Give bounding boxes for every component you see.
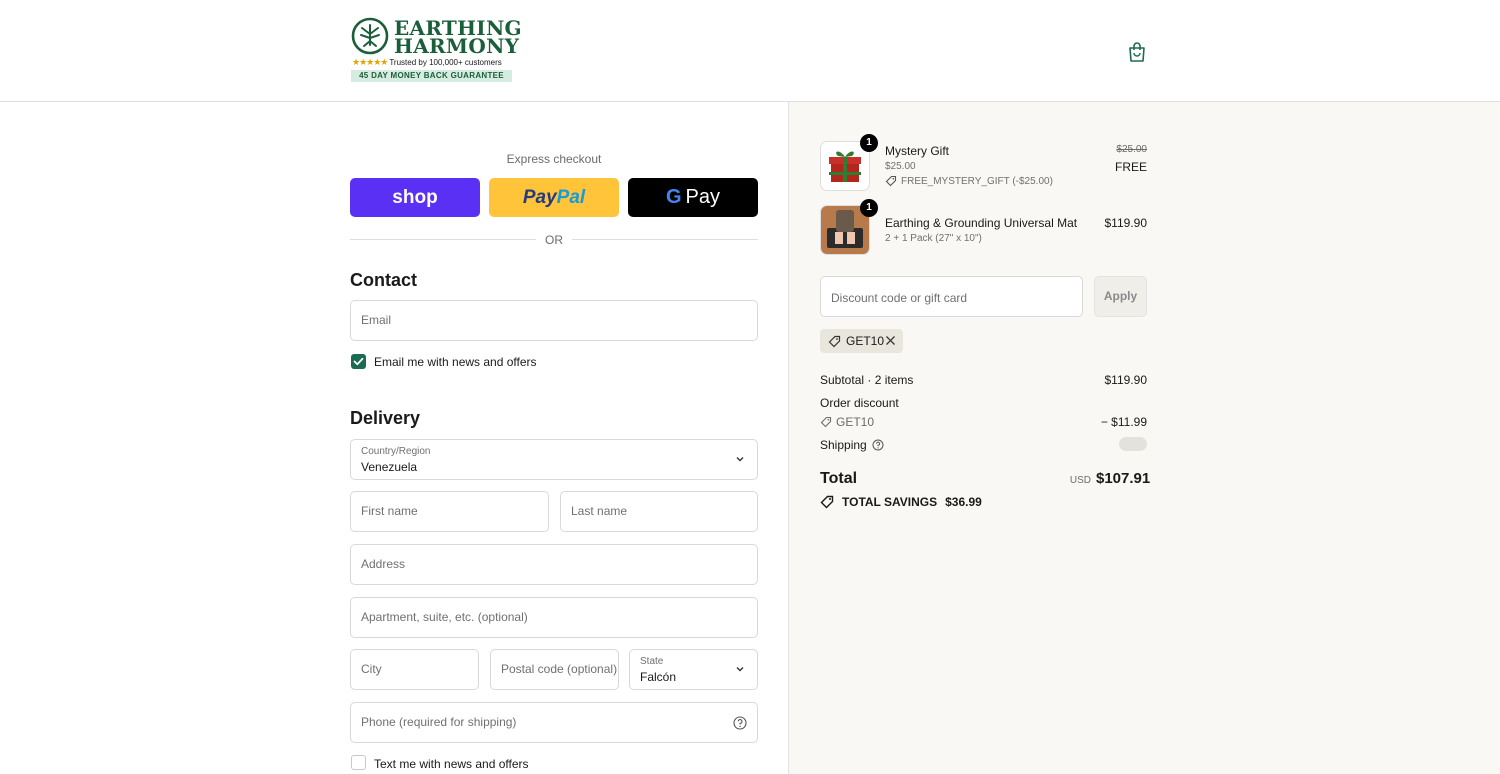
shopping-bag-icon[interactable] [1127, 41, 1147, 63]
shipping-label: Shipping [820, 438, 867, 452]
guarantee-banner: 45 DAY MONEY BACK GUARANTEE [351, 70, 512, 82]
city-field[interactable]: City [350, 649, 479, 690]
discount-code-row: GET10 [820, 415, 874, 429]
text-news-label: Text me with news and offers [374, 757, 529, 771]
apartment-placeholder: Apartment, suite, etc. (optional) [361, 610, 528, 624]
shop-pay-label: shop [392, 186, 438, 208]
paypal-label-part2: Pal [556, 186, 586, 208]
brand-logo[interactable]: EARTHING HARMONY ★★★★★ Trusted by 100,000… [351, 17, 522, 83]
tag-icon [885, 175, 897, 187]
country-select[interactable]: Country/Region Venezuela [350, 439, 758, 480]
google-pay-label: Pay [685, 186, 721, 208]
country-label: Country/Region [361, 446, 431, 457]
phone-placeholder: Phone (required for shipping) [361, 715, 517, 729]
discount-code-label: GET10 [836, 415, 875, 429]
help-circle-icon[interactable] [872, 439, 884, 451]
savings-value: $36.99 [945, 495, 982, 509]
item-name: Earthing & Grounding Universal Mat [885, 216, 1078, 230]
item-price: $119.90 [1104, 216, 1148, 230]
order-discount-label: Order discount [820, 396, 899, 410]
help-circle-icon[interactable] [733, 716, 747, 730]
item-unit-price: $25.00 [885, 161, 916, 172]
paypal-label-part1: Pay [522, 186, 557, 208]
item-variant: 2 + 1 Pack (27" x 10") [885, 233, 982, 244]
apply-discount-button[interactable]: Apply [1094, 276, 1147, 317]
site-header: EARTHING HARMONY ★★★★★ Trusted by 100,000… [0, 0, 1500, 102]
country-value: Venezuela [361, 460, 418, 474]
earthing-harmony-logo-icon [351, 17, 389, 55]
apartment-field[interactable]: Apartment, suite, etc. (optional) [350, 597, 758, 638]
text-news-checkbox[interactable] [351, 755, 366, 770]
applied-code-text: GET10 [846, 334, 885, 348]
postal-code-field[interactable]: Postal code (optional) [490, 649, 619, 690]
address-placeholder: Address [361, 557, 406, 571]
first-name-placeholder: First name [361, 504, 418, 518]
quantity-badge: 1 [860, 134, 878, 152]
item-price: FREE [1114, 160, 1147, 174]
phone-field[interactable]: Phone (required for shipping) [350, 702, 758, 743]
chevron-down-icon [736, 457, 744, 462]
trust-text: Trusted by 100,000+ customers [389, 58, 502, 67]
rating-stars: ★★★★★ [352, 57, 388, 67]
tag-icon [820, 495, 834, 509]
postal-code-placeholder: Postal code (optional) [501, 662, 618, 676]
state-label: State [640, 656, 664, 667]
discount-value: − $11.99 [1100, 415, 1147, 429]
subtotal-label: Subtotal · 2 items [820, 373, 914, 387]
express-checkout-label: Express checkout [506, 152, 602, 166]
address-field[interactable]: Address [350, 544, 758, 585]
discount-code-input[interactable]: Discount code or gift card [820, 276, 1083, 317]
trust-badge: ★★★★★ Trusted by 100,000+ customers [352, 57, 502, 68]
shipping-row: Shipping [820, 438, 884, 452]
first-name-field[interactable]: First name [350, 491, 549, 532]
email-field[interactable]: Email [350, 300, 758, 341]
chevron-down-icon [736, 667, 744, 672]
discount-placeholder: Discount code or gift card [831, 291, 968, 305]
email-news-label: Email me with news and offers [374, 355, 537, 369]
divider-left [350, 239, 536, 240]
total-currency: USD [1069, 475, 1091, 486]
last-name-placeholder: Last name [571, 504, 628, 518]
email-news-checkbox[interactable] [351, 354, 366, 369]
remove-discount-close-icon[interactable] [885, 335, 896, 346]
item-discount-code: FREE_MYSTERY_GIFT (-$25.00) [901, 175, 1053, 187]
city-placeholder: City [361, 662, 382, 676]
state-value: Falcón [640, 670, 677, 684]
contact-heading: Contact [350, 270, 417, 290]
divider-right [572, 239, 758, 240]
item-name: Mystery Gift [885, 144, 950, 158]
tag-icon [820, 416, 832, 428]
shipping-placeholder-pill [1119, 437, 1147, 451]
google-pay-button[interactable]: G Pay [628, 178, 758, 217]
subtotal-value: $119.90 [1104, 373, 1148, 387]
tag-icon [828, 335, 841, 348]
shop-pay-button[interactable]: shop [350, 178, 480, 217]
checkmark-icon [353, 357, 364, 366]
state-select[interactable]: State Falcón [629, 649, 758, 690]
total-savings: TOTAL SAVINGS $36.99 [820, 495, 982, 509]
last-name-field[interactable]: Last name [560, 491, 758, 532]
total-value: $107.91 [1096, 470, 1151, 487]
or-divider-text: OR [545, 233, 563, 247]
email-placeholder: Email [361, 313, 392, 327]
applied-discount-chip: GET10 [820, 329, 903, 353]
item-original-price: $25.00 [1116, 144, 1147, 155]
delivery-heading: Delivery [350, 408, 421, 428]
brand-name-line2: HARMONY [394, 34, 520, 58]
quantity-badge: 1 [860, 199, 878, 217]
google-g-icon: G [665, 186, 682, 208]
item-discount: FREE_MYSTERY_GIFT (-$25.00) [885, 175, 1053, 187]
total-label: Total [820, 470, 858, 487]
savings-label: TOTAL SAVINGS [842, 495, 938, 509]
paypal-button[interactable]: Pay Pal [489, 178, 619, 217]
